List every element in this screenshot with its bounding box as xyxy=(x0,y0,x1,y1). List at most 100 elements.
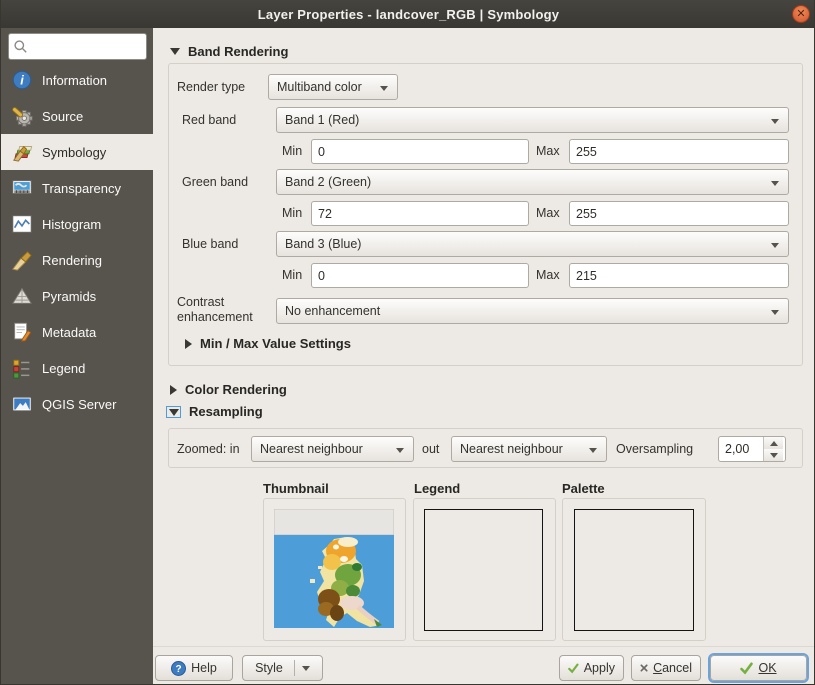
resampling-header[interactable]: Resampling xyxy=(166,404,263,419)
band-rendering-header[interactable]: Band Rendering xyxy=(170,44,288,59)
pyramids-icon xyxy=(10,284,34,308)
sidebar-item-label: Symbology xyxy=(42,145,106,160)
close-icon[interactable]: ✕ xyxy=(792,5,810,23)
blue-max-label: Max xyxy=(536,268,560,283)
green-min-label: Min xyxy=(282,206,302,221)
search-icon xyxy=(13,39,28,54)
sidebar-item-label: Information xyxy=(42,73,107,88)
contrast-enhancement-label: Contrast enhancement xyxy=(177,295,272,325)
style-dropdown-arrow[interactable] xyxy=(294,660,310,676)
qgis-server-icon xyxy=(10,392,34,416)
palette-label: Palette xyxy=(562,481,605,496)
green-max-label: Max xyxy=(536,206,560,221)
help-button-label: Help xyxy=(191,661,217,675)
svg-text:i: i xyxy=(20,73,24,88)
red-band-label: Red band xyxy=(182,113,236,128)
search-input[interactable] xyxy=(28,39,136,55)
blue-band-value: Band 3 (Blue) xyxy=(285,237,361,251)
chevron-down-icon xyxy=(771,119,779,124)
minmax-settings-title: Min / Max Value Settings xyxy=(200,336,351,351)
thumbnail-preview-image xyxy=(274,509,394,628)
expand-arrow-icon[interactable] xyxy=(185,339,192,349)
sidebar-item-information[interactable]: i Information xyxy=(1,62,153,98)
oversampling-spinner[interactable] xyxy=(718,436,786,462)
red-max-label: Max xyxy=(536,144,560,159)
render-type-label: Render type xyxy=(177,80,245,95)
red-band-value: Band 1 (Red) xyxy=(285,113,359,127)
apply-button[interactable]: Apply xyxy=(559,655,624,681)
blue-min-input[interactable] xyxy=(311,263,529,288)
chevron-down-icon xyxy=(771,181,779,186)
render-type-select[interactable]: Multiband color xyxy=(268,74,398,100)
style-button[interactable]: Style xyxy=(242,655,323,681)
sidebar-item-transparency[interactable]: Transparency xyxy=(1,170,153,206)
style-button-label: Style xyxy=(255,661,283,675)
sidebar-item-histogram[interactable]: Histogram xyxy=(1,206,153,242)
zoomed-in-value: Nearest neighbour xyxy=(260,442,363,456)
blue-min-label: Min xyxy=(282,268,302,283)
expand-arrow-icon[interactable] xyxy=(170,385,177,395)
resampling-title: Resampling xyxy=(189,404,263,419)
sidebar-item-pyramids[interactable]: Pyramids xyxy=(1,278,153,314)
red-band-select[interactable]: Band 1 (Red) xyxy=(276,107,789,133)
titlebar: Layer Properties - landcover_RGB | Symbo… xyxy=(1,0,815,28)
sidebar-item-source[interactable]: Source xyxy=(1,98,153,134)
check-icon xyxy=(568,662,579,675)
sidebar-item-label: Histogram xyxy=(42,217,101,232)
blue-max-input[interactable] xyxy=(569,263,789,288)
cancel-button[interactable]: Cancel xyxy=(631,655,701,681)
rendering-icon xyxy=(10,248,34,272)
sidebar-item-label: Legend xyxy=(42,361,85,376)
legend-preview-box xyxy=(424,509,543,631)
collapse-arrow-icon[interactable] xyxy=(169,409,179,416)
layer-properties-dialog: Layer Properties - landcover_RGB | Symbo… xyxy=(0,0,815,685)
histogram-icon xyxy=(10,212,34,236)
green-band-select[interactable]: Band 2 (Green) xyxy=(276,169,789,195)
information-icon: i xyxy=(10,68,34,92)
collapse-arrow-icon[interactable] xyxy=(170,48,180,55)
contrast-enhancement-select[interactable]: No enhancement xyxy=(276,298,789,324)
green-min-input[interactable] xyxy=(311,201,529,226)
color-rendering-header[interactable]: Color Rendering xyxy=(170,382,287,397)
help-button[interactable]: ? Help xyxy=(155,655,233,681)
chevron-down-icon xyxy=(302,666,310,671)
oversampling-label: Oversampling xyxy=(616,442,693,457)
window-title: Layer Properties - landcover_RGB | Symbo… xyxy=(258,7,559,22)
check-icon xyxy=(740,662,753,675)
palette-preview-box xyxy=(574,509,694,631)
oversampling-input[interactable] xyxy=(719,437,763,461)
chevron-down-icon xyxy=(380,86,388,91)
red-max-input[interactable] xyxy=(569,139,789,164)
zoomed-out-select[interactable]: Nearest neighbour xyxy=(451,436,607,462)
spin-up-icon[interactable] xyxy=(764,437,783,449)
spin-down-icon[interactable] xyxy=(764,449,783,461)
sidebar-item-label: Rendering xyxy=(42,253,102,268)
transparency-icon xyxy=(10,176,34,200)
ok-button[interactable]: OK xyxy=(710,655,807,681)
sidebar-item-qgis-server[interactable]: QGIS Server xyxy=(1,386,153,422)
sidebar-item-label: Transparency xyxy=(42,181,121,196)
legend-icon xyxy=(10,356,34,380)
band-rendering-title: Band Rendering xyxy=(188,44,288,59)
ok-button-label: OK xyxy=(758,661,776,675)
blue-band-select[interactable]: Band 3 (Blue) xyxy=(276,231,789,257)
zoomed-in-select[interactable]: Nearest neighbour xyxy=(251,436,414,462)
zoomed-out-label: out xyxy=(422,442,439,457)
green-max-input[interactable] xyxy=(569,201,789,226)
red-min-label: Min xyxy=(282,144,302,159)
zoomed-out-value: Nearest neighbour xyxy=(460,442,563,456)
focus-ring xyxy=(166,406,181,418)
sidebar-search[interactable] xyxy=(8,33,147,60)
red-min-input[interactable] xyxy=(311,139,529,164)
sidebar-item-legend[interactable]: Legend xyxy=(1,350,153,386)
sidebar-item-label: Metadata xyxy=(42,325,96,340)
chevron-down-icon xyxy=(396,448,404,453)
thumbnail-label: Thumbnail xyxy=(263,481,329,496)
chevron-down-icon xyxy=(771,310,779,315)
legend-label: Legend xyxy=(414,481,460,496)
sidebar-item-symbology[interactable]: Symbology xyxy=(1,134,153,170)
sidebar-item-rendering[interactable]: Rendering xyxy=(1,242,153,278)
help-icon: ? xyxy=(171,661,186,676)
sidebar-item-metadata[interactable]: Metadata xyxy=(1,314,153,350)
minmax-settings-header[interactable]: Min / Max Value Settings xyxy=(185,336,351,351)
